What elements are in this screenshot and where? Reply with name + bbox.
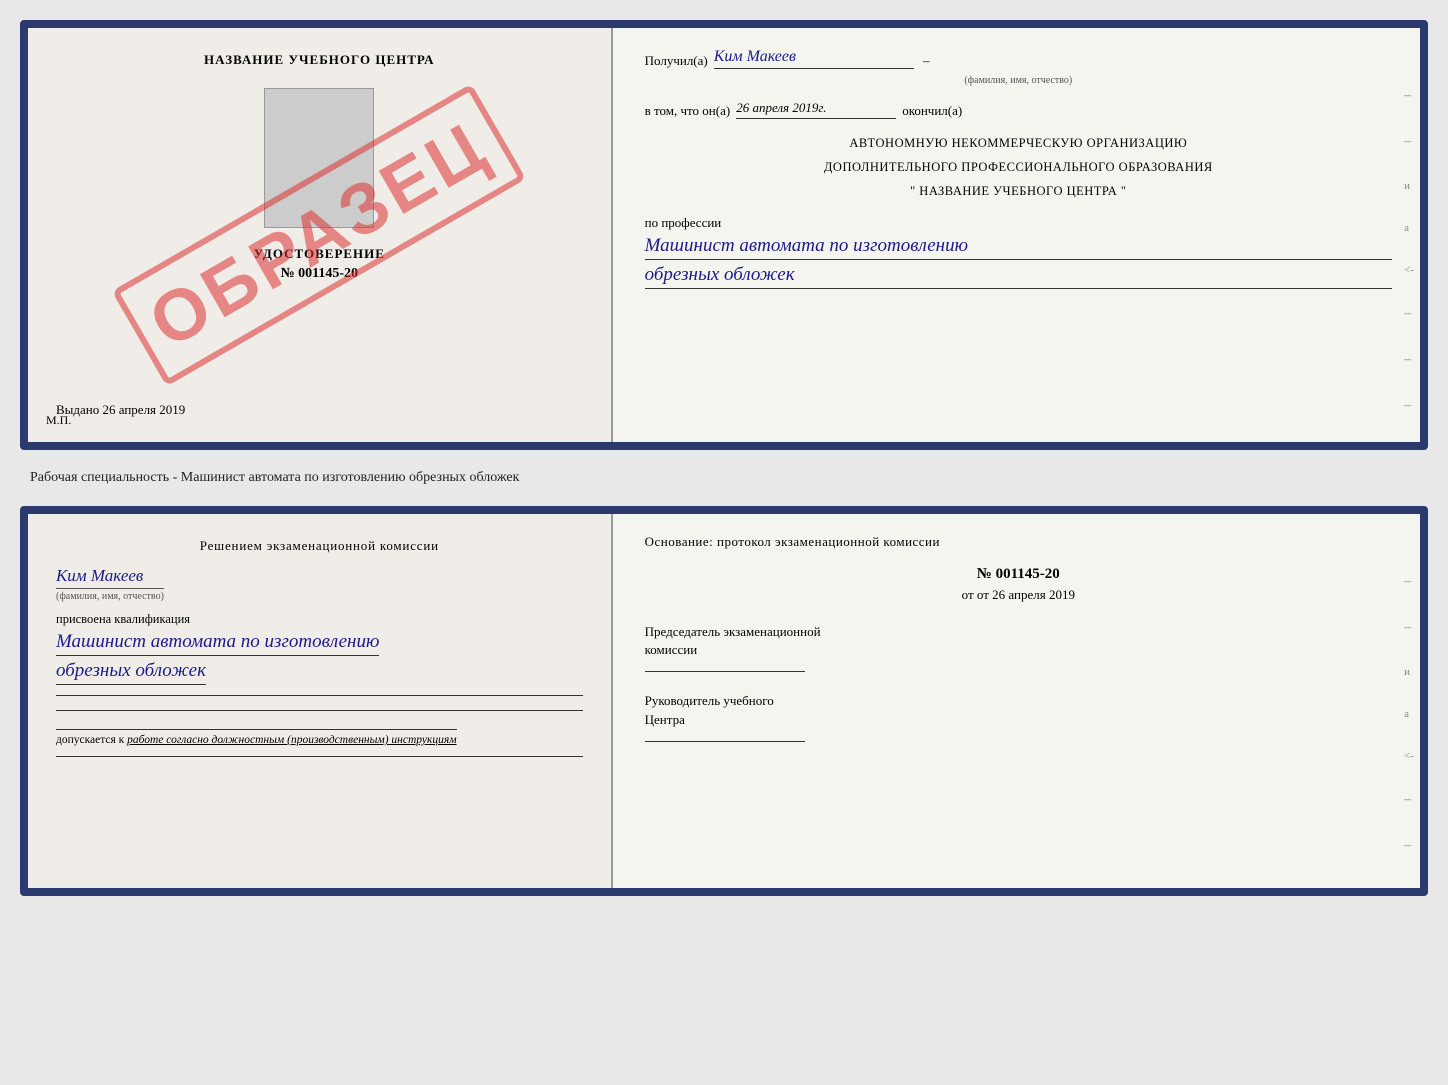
po-professii-label: по профессии	[645, 215, 1392, 231]
deco-5: –	[1404, 398, 1414, 414]
top-cert-right: Получил(а) Ким Макеев – (фамилия, имя, о…	[613, 28, 1420, 442]
deco-1: –	[1404, 88, 1414, 104]
predsedatel-text: Председатель экзаменационнойкомиссии	[645, 624, 821, 657]
vtom-label: в том, что он(а)	[645, 103, 731, 119]
okonchil-label: окончил(а)	[902, 103, 962, 119]
bdeco-3: –	[1404, 792, 1414, 808]
bottom-cert-left: Решением экзаменационной комиссии Ким Ма…	[28, 514, 613, 888]
blank-line-2	[56, 710, 583, 711]
bdeco-a: а	[1404, 708, 1414, 720]
org-line2: ДОПОЛНИТЕЛЬНОГО ПРОФЕССИОНАЛЬНОГО ОБРАЗО…	[645, 157, 1392, 177]
vtom-field: в том, что он(а) 26 апреля 2019г. окончи…	[645, 100, 1392, 119]
bottom-certificate: Решением экзаменационной комиссии Ким Ма…	[20, 506, 1428, 896]
right-deco-lines: – – и а <- – – – –	[1404, 88, 1414, 450]
date-value: 26 апреля 2019г.	[736, 100, 896, 119]
photo-area	[264, 88, 374, 228]
bottom-right-deco: – – и а <- – – – –	[1404, 574, 1414, 896]
bdeco-k: <-	[1404, 750, 1414, 762]
deco-text-k: <-	[1404, 264, 1414, 276]
deco-text-i: и	[1404, 180, 1414, 192]
rukovoditel-label: Руководитель учебногоЦентра	[645, 692, 1392, 728]
mp-line: М.П.	[46, 413, 71, 428]
poluchil-field: Получил(а) Ким Макеев –	[645, 48, 1392, 69]
org-block: АВТОНОМНУЮ НЕКОММЕРЧЕСКУЮ ОРГАНИЗАЦИЮ ДО…	[645, 133, 1392, 201]
osnovanie-label: Основание: протокол экзаменационной коми…	[645, 534, 1392, 550]
vydano-line: Выдано 26 апреля 2019	[56, 402, 185, 418]
school-name-top: НАЗВАНИЕ УЧЕБНОГО ЦЕНТРА	[204, 52, 435, 68]
deco-4: –	[1404, 352, 1414, 368]
dopuskaetsa-detail: работе согласно должностным (производств…	[127, 734, 456, 746]
komissia-header: Решением экзаменационной комиссии	[56, 538, 583, 554]
recipient-name: Ким Макеев	[714, 48, 914, 69]
profession-line1: Машинист автомата по изготовлению	[645, 235, 1392, 260]
page-wrapper: НАЗВАНИЕ УЧЕБНОГО ЦЕНТРА УДОСТОВЕРЕНИЕ №…	[20, 20, 1428, 896]
protocol-number: № 001145-20	[645, 566, 1392, 583]
fio-hint-top: (фамилия, имя, отчество)	[645, 75, 1392, 86]
org-line3: " НАЗВАНИЕ УЧЕБНОГО ЦЕНТРА "	[645, 181, 1392, 201]
bottom-cert-right: Основание: протокол экзаменационной коми…	[613, 514, 1420, 888]
dopuskaetsa-block: допускается к работе согласно должностны…	[56, 729, 457, 746]
org-line1: АВТОНОМНУЮ НЕКОММЕРЧЕСКУЮ ОРГАНИЗАЦИЮ	[645, 133, 1392, 153]
rukovoditel-text: Руководитель учебногоЦентра	[645, 693, 774, 726]
bdeco-5: –	[1404, 884, 1414, 896]
profession-line2: обрезных обложек	[645, 264, 1392, 289]
rukovoditel-sign-line	[645, 741, 805, 742]
dopuskaetsa-label: допускается к	[56, 734, 124, 746]
poluchil-label: Получил(а)	[645, 53, 708, 69]
bdeco-2: –	[1404, 620, 1414, 636]
bottom-fio-hint: (фамилия, имя, отчество)	[56, 588, 164, 602]
bdeco-1: –	[1404, 574, 1414, 590]
ot-date: от от 26 апреля 2019	[645, 587, 1392, 603]
deco-6: –	[1404, 444, 1414, 450]
top-cert-left: НАЗВАНИЕ УЧЕБНОГО ЦЕНТРА УДОСТОВЕРЕНИЕ №…	[28, 28, 613, 442]
qualification-line1: Машинист автомата по изготовлению	[56, 631, 379, 656]
qualification-line2: обрезных обложек	[56, 660, 206, 685]
bdeco-4: –	[1404, 838, 1414, 854]
prisvoena-label: присвоена квалификация	[56, 612, 190, 627]
bdeco-i: и	[1404, 666, 1414, 678]
top-number-label: № 001145-20	[281, 266, 358, 282]
bottom-name: Ким Макеев	[56, 566, 143, 586]
deco-2: –	[1404, 134, 1414, 150]
ot-prefix: от	[962, 587, 977, 602]
udostoverenie-label: УДОСТОВЕРЕНИЕ	[254, 246, 385, 262]
predsedatel-sign-line	[645, 671, 805, 672]
predsedatel-label: Председатель экзаменационнойкомиссии	[645, 623, 1392, 659]
blank-line-3	[56, 756, 583, 757]
top-certificate: НАЗВАНИЕ УЧЕБНОГО ЦЕНТРА УДОСТОВЕРЕНИЕ №…	[20, 20, 1428, 450]
deco-text-a: а	[1404, 222, 1414, 234]
blank-line-1	[56, 695, 583, 696]
between-caption: Рабочая специальность - Машинист автомат…	[20, 466, 1428, 490]
ot-date-value: от 26 апреля 2019	[977, 587, 1075, 602]
dash-1: –	[920, 53, 930, 69]
deco-3: –	[1404, 306, 1414, 322]
